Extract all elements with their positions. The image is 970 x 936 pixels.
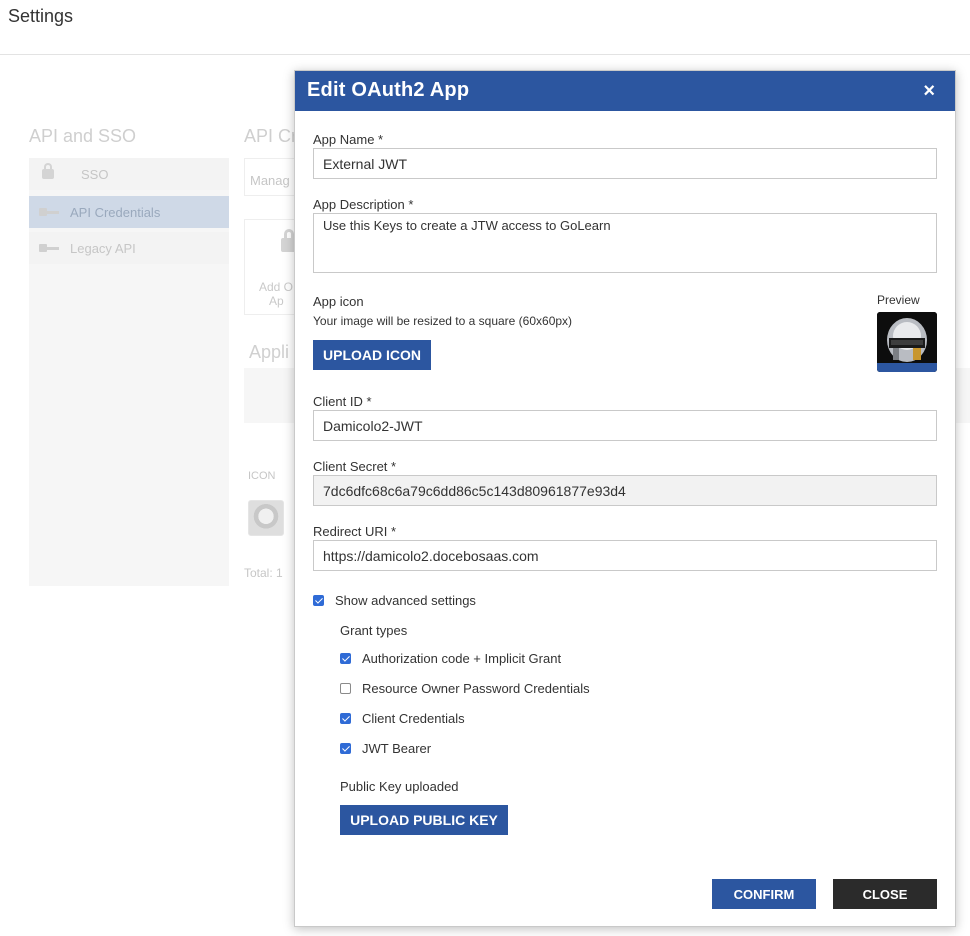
upload-public-key-button[interactable]: UPLOAD PUBLIC KEY bbox=[340, 805, 508, 835]
confirm-button[interactable]: CONFIRM bbox=[712, 879, 816, 909]
applications-heading: Appli bbox=[249, 342, 290, 362]
sidebar-item-label: SSO bbox=[81, 166, 109, 182]
app-icon-preview bbox=[877, 312, 937, 372]
grant-authorization-code-checkbox[interactable]: Authorization code + Implicit Grant bbox=[340, 651, 561, 666]
checkbox-label: Show advanced settings bbox=[335, 593, 476, 608]
checkbox-unchecked[interactable] bbox=[340, 683, 351, 694]
add-card-text-line2: Ap bbox=[269, 294, 284, 308]
app-description-label: App Description * bbox=[313, 197, 414, 212]
dialog-title: Edit OAuth2 App bbox=[307, 79, 470, 101]
section-heading: API and SSO bbox=[29, 126, 137, 146]
total-count: Total: 1 bbox=[244, 566, 283, 580]
checkbox-checked[interactable] bbox=[340, 743, 351, 754]
client-id-label: Client ID * bbox=[313, 394, 372, 409]
grant-client-credentials-checkbox[interactable]: Client Credentials bbox=[340, 711, 465, 726]
icon-column-header: ICON bbox=[248, 470, 276, 482]
dialog-header: Edit OAuth2 App × bbox=[295, 71, 955, 111]
app-name-input[interactable] bbox=[313, 148, 937, 179]
sidebar-item-label: Legacy API bbox=[70, 240, 136, 256]
preview-bottom-bar bbox=[877, 363, 937, 372]
app-description-textarea[interactable]: Use this Keys to create a JTW access to … bbox=[313, 213, 937, 273]
checkbox-label: Resource Owner Password Credentials bbox=[362, 681, 590, 696]
client-id-input[interactable] bbox=[313, 410, 937, 441]
grant-jwt-bearer-checkbox[interactable]: JWT Bearer bbox=[340, 741, 431, 756]
checkbox-label: Client Credentials bbox=[362, 711, 465, 726]
grant-resource-owner-checkbox[interactable]: Resource Owner Password Credentials bbox=[340, 681, 590, 696]
show-advanced-settings-checkbox[interactable]: Show advanced settings bbox=[313, 593, 476, 608]
checkbox-label: JWT Bearer bbox=[362, 741, 432, 756]
client-secret-input[interactable] bbox=[313, 475, 937, 506]
upload-icon-button[interactable]: UPLOAD ICON bbox=[313, 340, 431, 370]
checkbox-checked[interactable] bbox=[313, 595, 324, 606]
lock-icon bbox=[42, 163, 54, 179]
app-icon-label: App icon bbox=[313, 294, 364, 309]
applications-toolbar-edge bbox=[956, 368, 970, 423]
add-card-text: Add O bbox=[259, 280, 294, 294]
checkbox-checked[interactable] bbox=[340, 653, 351, 664]
key-icon bbox=[39, 208, 59, 216]
page-title: Settings bbox=[8, 6, 74, 26]
page-header: Settings bbox=[0, 0, 970, 55]
key-icon bbox=[39, 244, 59, 252]
sidebar-item-api-credentials[interactable]: API Credentials bbox=[29, 196, 229, 228]
preview-label: Preview bbox=[877, 293, 920, 307]
content-heading: API Cr bbox=[244, 126, 298, 146]
app-icon-hint: Your image will be resized to a square (… bbox=[313, 314, 573, 328]
client-secret-label: Client Secret * bbox=[313, 459, 397, 474]
close-button[interactable]: CLOSE bbox=[833, 879, 937, 909]
app-name-label: App Name * bbox=[313, 132, 384, 147]
redirect-uri-input[interactable] bbox=[313, 540, 937, 571]
app-thumbnail-icon bbox=[248, 500, 284, 536]
public-key-status: Public Key uploaded bbox=[340, 779, 459, 794]
edit-oauth2-app-dialog: Edit OAuth2 App × App Name * App Descrip… bbox=[294, 70, 956, 927]
close-icon[interactable]: × bbox=[923, 80, 935, 102]
grant-types-heading: Grant types bbox=[340, 623, 408, 638]
sidebar-item-sso[interactable]: SSO bbox=[29, 158, 229, 190]
checkbox-label: Authorization code + Implicit Grant bbox=[362, 651, 562, 666]
sidebar-item-legacy-api[interactable]: Legacy API bbox=[29, 232, 229, 264]
redirect-uri-label: Redirect URI * bbox=[313, 524, 397, 539]
sidebar-item-label: API Credentials bbox=[70, 204, 161, 220]
checkbox-checked[interactable] bbox=[340, 713, 351, 724]
